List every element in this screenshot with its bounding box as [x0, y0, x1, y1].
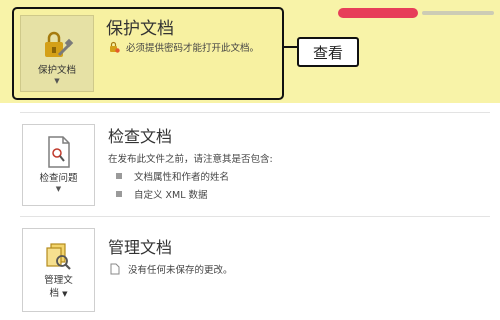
chevron-down-icon: ▼ [54, 77, 60, 85]
inspect-intro: 在发布此文件之前，请注意其是否包含: [108, 154, 273, 165]
inspect-button-label: 检查问题 [39, 173, 78, 184]
manage-button-label-1: 管理文 [44, 275, 73, 286]
manage-document-icon [45, 243, 71, 270]
view-callout: 查看 [297, 37, 359, 67]
section-divider [20, 216, 490, 217]
protect-status: 必须提供密码才能打开此文档。 [108, 40, 259, 54]
manage-status: 没有任何未保存的更改。 [110, 262, 233, 276]
manage-note: 没有任何未保存的更改。 [128, 265, 233, 276]
manage-document-button[interactable]: 管理文 档 ▼ [22, 228, 95, 312]
lock-key-icon [45, 31, 74, 57]
manage-title: 管理文档 [108, 238, 173, 257]
inspect-item: 自定义 XML 数据 [116, 187, 208, 201]
warning-lock-icon [110, 41, 120, 53]
inspect-title: 检查文档 [108, 127, 173, 146]
protect-document-button[interactable]: 保护文档 ▼ [20, 15, 94, 92]
file-note-icon [110, 263, 120, 275]
manage-button-label-2: 档 ▼ [49, 288, 68, 299]
protect-title: 保护文档 [106, 19, 174, 39]
chevron-down-icon: ▼ [62, 290, 68, 298]
protect-description: 必须提供密码才能打开此文档。 [126, 43, 260, 54]
protect-button-label: 保护文档 [37, 65, 76, 76]
inspect-document-button[interactable]: 检查问题 ▼ [22, 124, 95, 206]
document-check-icon [47, 136, 70, 168]
section-divider [20, 112, 490, 113]
watermark-blur [338, 6, 494, 20]
inspect-item: 文档属性和作者的姓名 [116, 169, 229, 183]
callout-pointer [284, 46, 298, 48]
chevron-down-icon: ▼ [55, 185, 62, 193]
